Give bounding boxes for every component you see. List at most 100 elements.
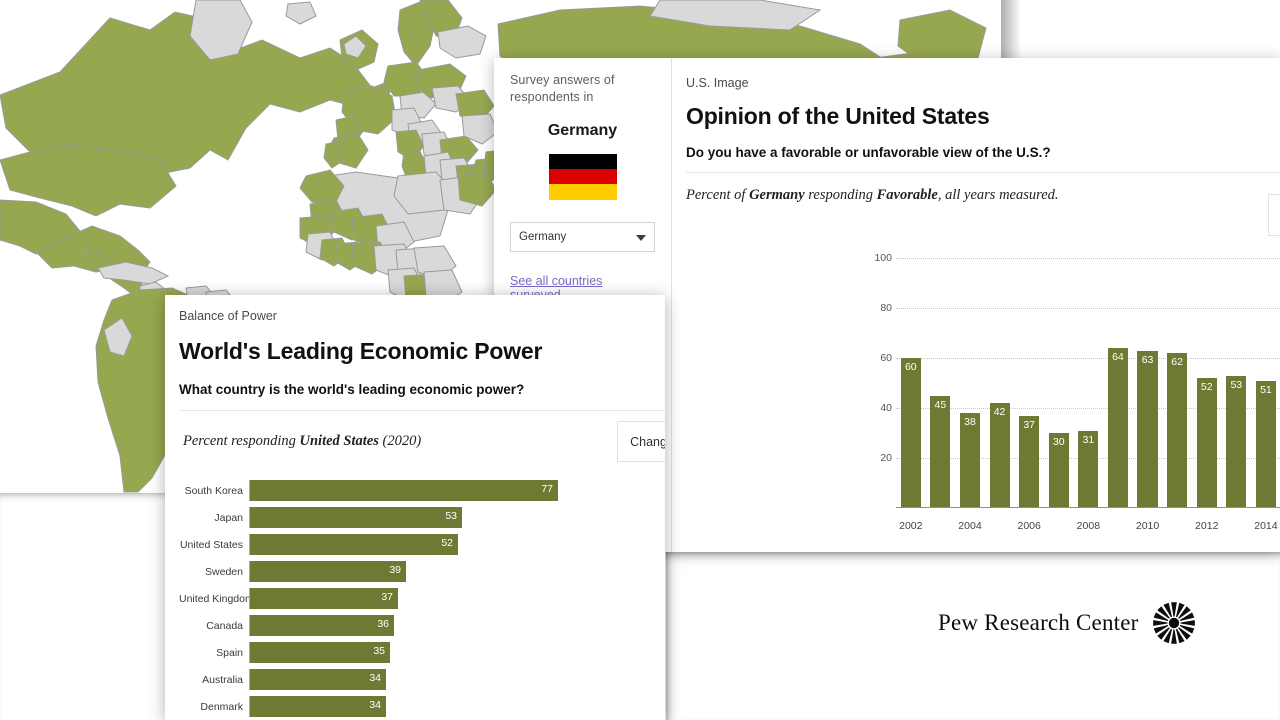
econ-divider [179,410,665,411]
pew-starburst-icon [1152,602,1195,644]
bar[interactable]: 39 [250,561,406,582]
detail-kicker: U.S. Image [686,76,749,90]
bar-category-label: Canada [206,619,243,632]
x-axis-tick: 2008 [1076,520,1101,532]
bar[interactable]: 64 [1107,348,1128,508]
bar[interactable]: 34 [250,696,386,717]
bar[interactable]: 42 [989,403,1010,508]
survey-question: Do you have a favorable or unfavorable v… [686,145,1051,160]
bar-column[interactable]: 45 [926,258,956,508]
bar[interactable]: 52 [250,534,458,555]
bar-value-label: 60 [904,361,917,373]
bar[interactable]: 37 [250,588,398,609]
bar-value-label: 34 [369,672,381,684]
bar-value-label: 36 [377,618,389,630]
bar-column[interactable]: 52 [1192,258,1222,508]
opinion-of-us-bar-chart[interactable]: 20406080100 6045384237303164636252535150… [868,252,1280,542]
bar[interactable]: 45 [930,395,951,508]
bar-category-label: Sweden [205,565,243,578]
x-axis-tick: 2012 [1195,520,1219,532]
bar[interactable]: 62 [1167,353,1188,508]
divider [686,172,1280,173]
bar-row[interactable]: United Kingdom 37 [179,585,665,612]
bar-column[interactable]: 37 [1014,258,1044,508]
bar-column[interactable]: 62 [1162,258,1192,508]
bar-row[interactable]: South Korea 77 [179,477,665,504]
bar-row[interactable]: Denmark 34 [179,693,665,720]
econ-kicker: Balance of Power [179,309,277,323]
econ-subline: Percent responding United States (2020) [183,433,421,450]
bar-track: 34 [249,696,665,717]
bar-track: 35 [249,642,665,663]
x-axis-tick [1222,520,1252,532]
x-axis-tick [1162,520,1192,532]
bar[interactable]: 37 [1019,415,1040,508]
bar-value-label: 31 [1082,433,1095,446]
x-axis-tick: 2014 [1254,520,1278,532]
bar[interactable]: 52 [1196,378,1217,508]
bar-category-label: United Kingdom [179,592,254,605]
bar[interactable]: 30 [1048,433,1069,508]
bar-row[interactable]: Sweden 39 [179,558,665,585]
y-axis-tick: 80 [880,302,892,314]
bar-column[interactable]: 64 [1103,258,1133,508]
economic-power-card: Balance of Power World's Leading Economi… [165,295,665,720]
bar-row[interactable]: Spain 35 [179,639,665,666]
x-axis-tick [1044,520,1074,532]
x-axis-tick: 2002 [899,520,923,532]
bar-value-label: 37 [1023,418,1035,431]
chart-options-edge-button[interactable] [1268,194,1280,236]
bar[interactable]: 63 [1137,350,1158,508]
bar[interactable]: 31 [1078,430,1099,508]
bar-value-label: 62 [1171,356,1183,368]
bar[interactable]: 51 [1255,380,1276,508]
bar-value-label: 52 [441,537,453,549]
bar-row[interactable]: Australia 34 [179,666,665,693]
bar-track: 37 [249,588,665,609]
bar-column[interactable]: 42 [985,258,1015,508]
bar[interactable]: 53 [250,507,462,528]
subline-suffix: , all years measured. [937,187,1059,203]
bar-column[interactable]: 31 [1074,258,1104,508]
bar-row[interactable]: Japan 53 [179,504,665,531]
bar-value-label: 64 [1112,351,1124,363]
subline-middle: responding [804,187,877,203]
bar-column[interactable]: 60 [896,258,926,508]
bar[interactable]: 34 [250,669,386,690]
y-axis-tick: 60 [880,352,892,364]
bar-column[interactable]: 30 [1044,258,1074,508]
bar-column[interactable]: 63 [1133,258,1163,508]
bar-column[interactable]: 51 [1251,258,1280,508]
bar-category-label: South Korea [184,484,243,497]
bar[interactable]: 60 [900,358,921,508]
logo-text: Pew Research Center [938,610,1139,635]
x-axis-tick: 2004 [958,520,982,532]
econ-subline-prefix: Percent responding [183,433,300,449]
bar[interactable]: 38 [959,413,981,508]
chevron-down-icon [636,234,646,241]
bar-row[interactable]: United States 52 [179,531,665,558]
bar-track: 52 [249,534,665,555]
economic-power-bar-chart[interactable]: South Korea 77 Japan 53 United States 52 Swede… [179,477,665,720]
country-select[interactable]: Germany [510,221,655,252]
x-axis-line [896,507,1280,508]
bar[interactable]: 35 [250,642,390,663]
bar[interactable]: 36 [250,615,394,636]
y-axis-tick: 20 [880,452,892,464]
background-page-left [0,493,166,720]
bar-value-label: 39 [389,564,401,576]
bar-column[interactable]: 53 [1222,258,1252,508]
bar-column[interactable]: 38 [955,258,985,508]
bar[interactable]: 77 [250,480,558,501]
bar[interactable]: 53 [1226,375,1247,508]
bar-value-label: 63 [1141,353,1154,366]
bar-value-label: 53 [1230,378,1243,391]
bar-row[interactable]: Canada 36 [179,612,665,639]
econ-title: World's Leading Economic Power [179,338,543,364]
change-button[interactable]: Change [617,421,665,462]
x-axis-tick [926,520,956,532]
bar-value-label: 53 [445,510,457,522]
page-title: Opinion of the United States [686,103,990,129]
bar-value-label: 51 [1260,383,1272,396]
y-axis-tick: 40 [880,402,892,414]
